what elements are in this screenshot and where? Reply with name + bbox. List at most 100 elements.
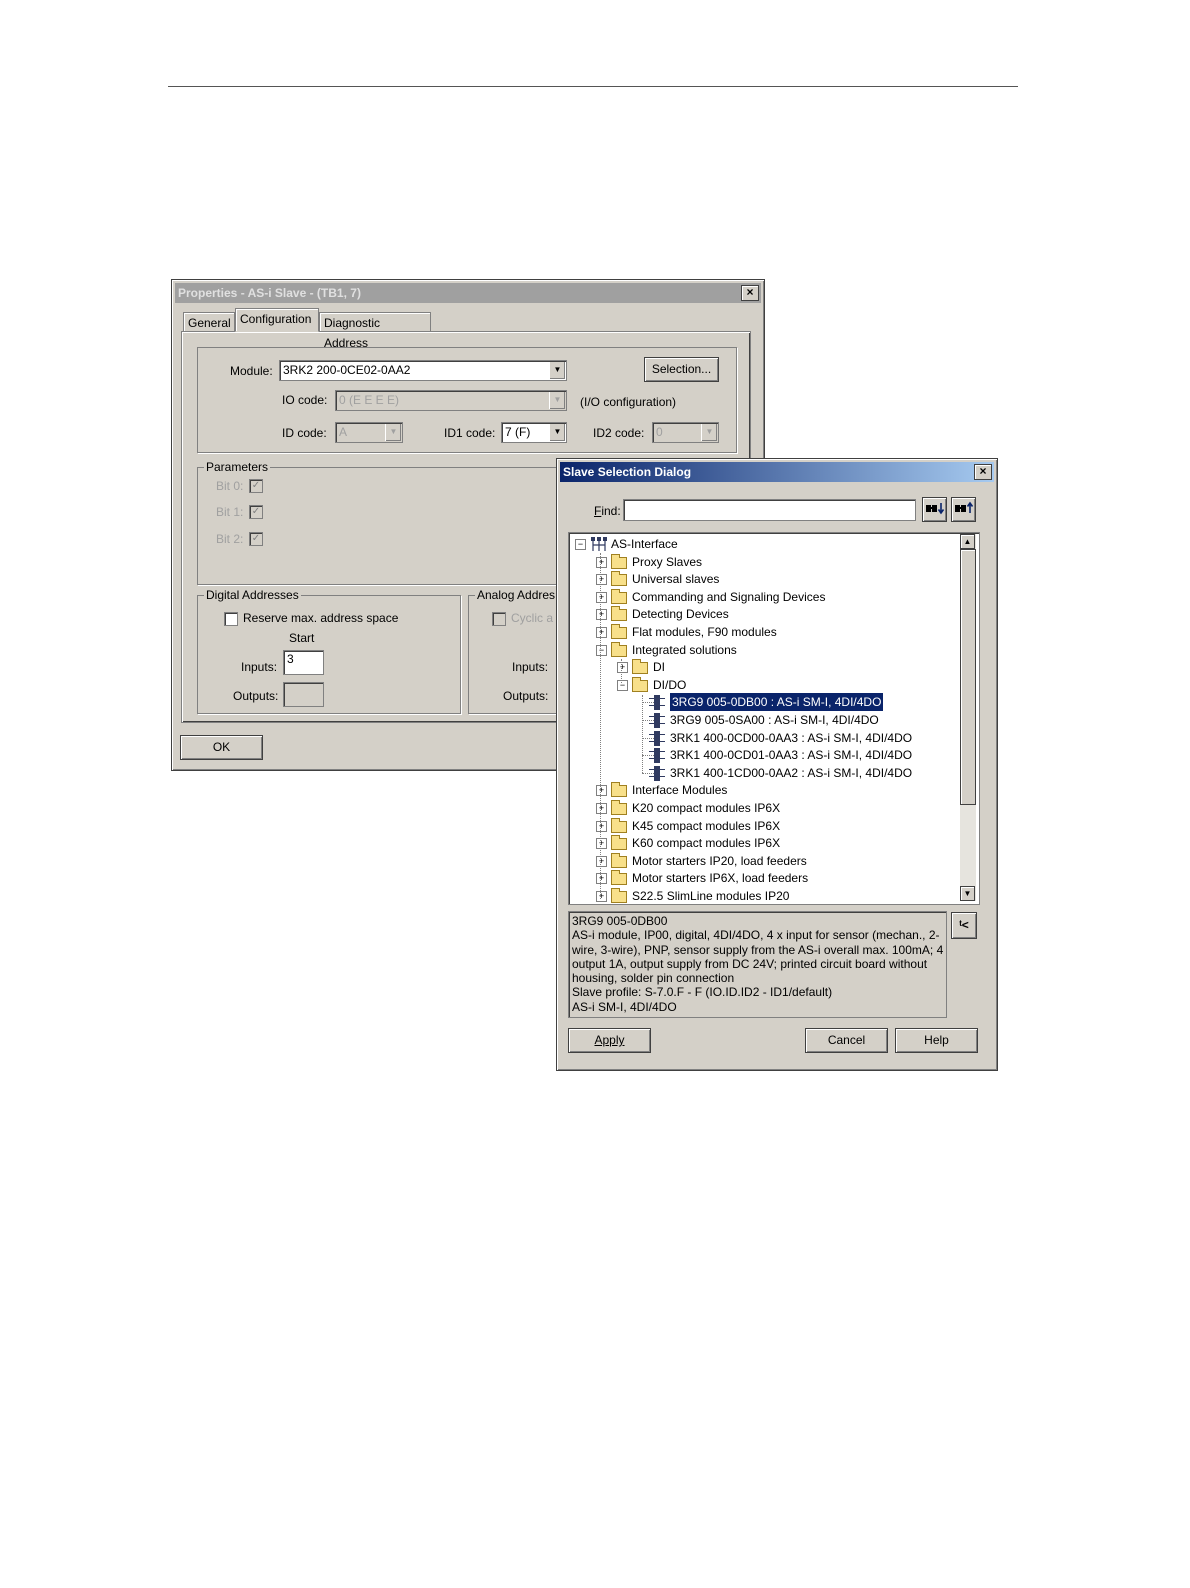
- collapse-icon[interactable]: −: [575, 539, 586, 550]
- tree-scrollbar[interactable]: ▲ ▼: [960, 534, 976, 901]
- tree-item-folder[interactable]: + Motor starters IP20, load feeders: [569, 852, 957, 870]
- folder-icon: [611, 870, 627, 886]
- reserve-address-checkbox[interactable]: [224, 612, 238, 626]
- description-line: output 1A, output supply from DC 24V; pr…: [572, 956, 928, 971]
- expand-icon[interactable]: +: [596, 785, 607, 797]
- module-select[interactable]: 3RK2 200-0CE02-0AA2 ▼: [279, 360, 567, 381]
- outputs-start-field: [283, 682, 324, 707]
- description-line: wire, 3-wire), PNP, sensor supply from t…: [572, 942, 947, 957]
- description-toggle-button[interactable]: ᵗ<: [951, 912, 977, 939]
- find-up-button[interactable]: [951, 497, 976, 522]
- chevron-down-icon[interactable]: ▼: [549, 424, 565, 441]
- start-label: Start: [289, 631, 315, 645]
- tree-item-slave[interactable]: 3RG9 005-0SA00 : AS-i SM-I, 4DI/4DO: [569, 711, 957, 729]
- tree-item-folder[interactable]: + Detecting Devices: [569, 605, 957, 623]
- tree-item-label: K45 compact modules IP6X: [632, 818, 781, 833]
- scroll-down-button[interactable]: ▼: [960, 886, 975, 901]
- apply-button-label: Apply: [594, 1033, 625, 1047]
- id2-code-select: 0 ▼: [652, 422, 719, 443]
- folder-icon: [632, 659, 648, 675]
- tree-item-folder[interactable]: + Proxy Slaves: [569, 553, 957, 571]
- expand-icon[interactable]: +: [596, 873, 607, 885]
- tree-item-label: Commanding and Signaling Devices: [632, 589, 826, 604]
- cyclic-label: Cyclic a: [511, 611, 554, 625]
- id1-code-value: 7 (F): [505, 425, 531, 439]
- expand-icon[interactable]: +: [596, 627, 607, 638]
- tree-item-folder[interactable]: + K45 compact modules IP6X: [569, 817, 957, 835]
- scroll-thumb[interactable]: [960, 549, 976, 805]
- description-line: housing, solder pin connection: [572, 971, 735, 986]
- folder-icon: [611, 624, 627, 639]
- apply-button[interactable]: Apply: [568, 1028, 651, 1053]
- expand-icon[interactable]: +: [596, 820, 607, 832]
- inputs-start-field[interactable]: 3: [283, 650, 324, 675]
- tree-item-folder[interactable]: + Commanding and Signaling Devices: [569, 588, 957, 606]
- tree-item-folder[interactable]: + K60 compact modules IP6X: [569, 834, 957, 852]
- digital-addresses-label: Digital Addresses: [204, 588, 301, 602]
- find-down-icon: [925, 503, 944, 515]
- expand-icon[interactable]: +: [596, 838, 607, 850]
- inputs-label: Inputs:: [241, 660, 278, 674]
- tree-guide-line: [642, 695, 643, 773]
- find-input[interactable]: [623, 499, 916, 521]
- tree-item-slave[interactable]: 3RK1 400-0CD01-0AA3 : AS-i SM-I, 4DI/4DO: [569, 746, 957, 764]
- tree-item-folder[interactable]: + S22.5 SlimLine modules IP20: [569, 887, 957, 904]
- folder-icon: [611, 782, 627, 798]
- id2-code-value: 0: [656, 425, 663, 439]
- description-line: Slave profile: S-7.0.F - F (IO.ID.ID2 - …: [572, 985, 833, 1000]
- bit-2-checkbox: ✓: [249, 532, 263, 546]
- tree-item-label: K20 compact modules IP6X: [632, 801, 781, 815]
- expand-icon[interactable]: +: [596, 855, 607, 867]
- expand-icon[interactable]: +: [617, 662, 628, 674]
- close-icon[interactable]: ×: [741, 285, 759, 301]
- inputs-start-value: 3: [287, 652, 294, 666]
- scroll-up-button[interactable]: ▲: [960, 534, 975, 549]
- properties-titlebar[interactable]: Properties - AS-i Slave - (TB1, 7) ×: [175, 283, 761, 303]
- analog-outputs-label: Outputs:: [503, 689, 549, 703]
- tree-item-folder[interactable]: + Universal slaves: [569, 570, 957, 588]
- tree-item-folder[interactable]: + Flat modules, F90 modules: [569, 623, 957, 641]
- help-button[interactable]: Help: [895, 1028, 978, 1053]
- close-icon[interactable]: ×: [974, 464, 992, 480]
- tree-item-slave[interactable]: 3RK1 400-0CD00-0AA3 : AS-i SM-I, 4DI/4DO: [569, 729, 957, 747]
- find-down-button[interactable]: [922, 497, 947, 522]
- slave-dialog-titlebar[interactable]: Slave Selection Dialog ×: [560, 462, 994, 482]
- tree-item-slave[interactable]: 3RG9 005-0DB00 : AS-i SM-I, 4DI/4DO: [569, 692, 957, 713]
- tab-diagnostic-address[interactable]: Diagnostic Address: [319, 312, 431, 350]
- tab-configuration-label: Configuration: [240, 312, 312, 326]
- expand-icon[interactable]: +: [596, 803, 607, 814]
- selection-button[interactable]: Selection...: [644, 357, 719, 382]
- properties-title: Properties - AS-i Slave - (TB1, 7): [178, 286, 361, 300]
- slave-tree[interactable]: − AS-Interface + Proxy Slaves + Universal sla…: [568, 532, 980, 905]
- ok-button[interactable]: OK: [180, 735, 263, 760]
- tree-item-folder[interactable]: − DI/DO: [569, 676, 957, 694]
- id1-code-select[interactable]: 7 (F) ▼: [501, 422, 567, 443]
- tree-item-slave[interactable]: 3RK1 400-1CD00-0AA2 : AS-i SM-I, 4DI/4DO: [569, 764, 957, 782]
- tree-item-label: 3RK1 400-1CD00-0AA2 : AS-i SM-I, 4DI/4DO: [670, 765, 913, 780]
- tree-item-root[interactable]: − AS-Interface: [569, 535, 957, 553]
- tree-item-folder[interactable]: + Interface Modules: [569, 781, 957, 799]
- tree-item-folder[interactable]: − Integrated solutions: [569, 641, 957, 659]
- tree-item-folder[interactable]: + K20 compact modules IP6X: [569, 799, 957, 817]
- expand-icon[interactable]: +: [596, 591, 607, 603]
- tab-configuration[interactable]: Configuration: [235, 308, 319, 332]
- tree-item-label: DI: [653, 660, 665, 675]
- expand-icon[interactable]: +: [596, 556, 607, 568]
- collapse-icon[interactable]: −: [617, 679, 628, 691]
- tree-item-folder[interactable]: + DI: [569, 658, 957, 676]
- chevron-down-icon[interactable]: ▼: [549, 362, 565, 379]
- expand-icon[interactable]: +: [596, 574, 607, 586]
- description-line: AS-i module, IP00, digital, 4DI/4DO, 4 x…: [572, 928, 940, 943]
- expand-icon[interactable]: +: [596, 609, 607, 621]
- tree-item-folder[interactable]: + Motor starters IP6X, load feeders: [569, 869, 957, 887]
- slave-description: 3RG9 005-0DB00 AS-i module, IP00, digita…: [568, 911, 947, 1018]
- folder-icon: [611, 852, 627, 868]
- expand-icon[interactable]: +: [596, 891, 607, 902]
- tree-item-label: Motor starters IP20, load feeders: [632, 853, 807, 868]
- cancel-button[interactable]: Cancel: [805, 1028, 888, 1053]
- folder-icon: [632, 676, 648, 692]
- folder-icon: [611, 835, 627, 851]
- collapse-icon[interactable]: −: [596, 644, 607, 656]
- tab-general-label: General: [188, 316, 231, 330]
- tab-general[interactable]: General: [183, 312, 235, 332]
